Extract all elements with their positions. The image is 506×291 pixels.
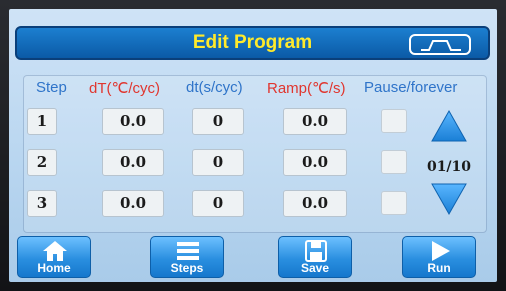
steps-button[interactable]: Steps	[150, 236, 224, 278]
steps-list-icon	[177, 242, 199, 260]
run-button[interactable]: Run	[402, 236, 476, 278]
waveform-icon	[421, 40, 461, 51]
save-label: Save	[300, 261, 330, 275]
header-dt: dt(s/cyc)	[186, 79, 243, 96]
ramp-input[interactable]: 0.0	[283, 149, 347, 176]
program-table-panel	[23, 75, 487, 233]
header-dT: dT(℃/cyc)	[89, 80, 161, 97]
dt-input[interactable]: 0	[192, 190, 244, 217]
dT-input[interactable]: 0.0	[102, 149, 164, 176]
ramp-input[interactable]: 0.0	[283, 190, 347, 217]
page-indicator: 01/10	[426, 159, 472, 175]
save-disk-icon	[305, 240, 327, 262]
dT-input[interactable]: 0.0	[102, 190, 164, 217]
home-label: Home	[37, 261, 71, 275]
home-icon	[43, 241, 67, 261]
step-number-cell[interactable]: 3	[27, 190, 57, 217]
dt-input[interactable]: 0	[192, 108, 244, 135]
touch-screen: Edit Program Step dT(℃/cyc) dt(s/cyc) Ra…	[9, 9, 497, 282]
dT-input[interactable]: 0.0	[102, 108, 164, 135]
arrow-up-icon[interactable]	[430, 109, 468, 143]
play-icon	[432, 241, 450, 261]
step-number-cell[interactable]: 1	[27, 108, 57, 135]
arrow-down-icon[interactable]	[430, 182, 468, 216]
title-bar: Edit Program	[15, 26, 490, 60]
step-number-cell[interactable]: 2	[27, 149, 57, 176]
run-label: Run	[427, 261, 451, 275]
pause-checkbox[interactable]	[381, 150, 407, 174]
header-pause: Pause/forever	[364, 79, 458, 96]
home-button[interactable]: Home	[17, 236, 91, 278]
pause-checkbox[interactable]	[381, 109, 407, 133]
waveform-button[interactable]	[409, 34, 471, 55]
dt-input[interactable]: 0	[192, 149, 244, 176]
steps-label: Steps	[170, 261, 204, 275]
pause-checkbox[interactable]	[381, 191, 407, 215]
save-button[interactable]: Save	[278, 236, 352, 278]
header-ramp: Ramp(℃/s)	[267, 80, 346, 97]
ramp-input[interactable]: 0.0	[283, 108, 347, 135]
header-step: Step	[36, 79, 67, 96]
